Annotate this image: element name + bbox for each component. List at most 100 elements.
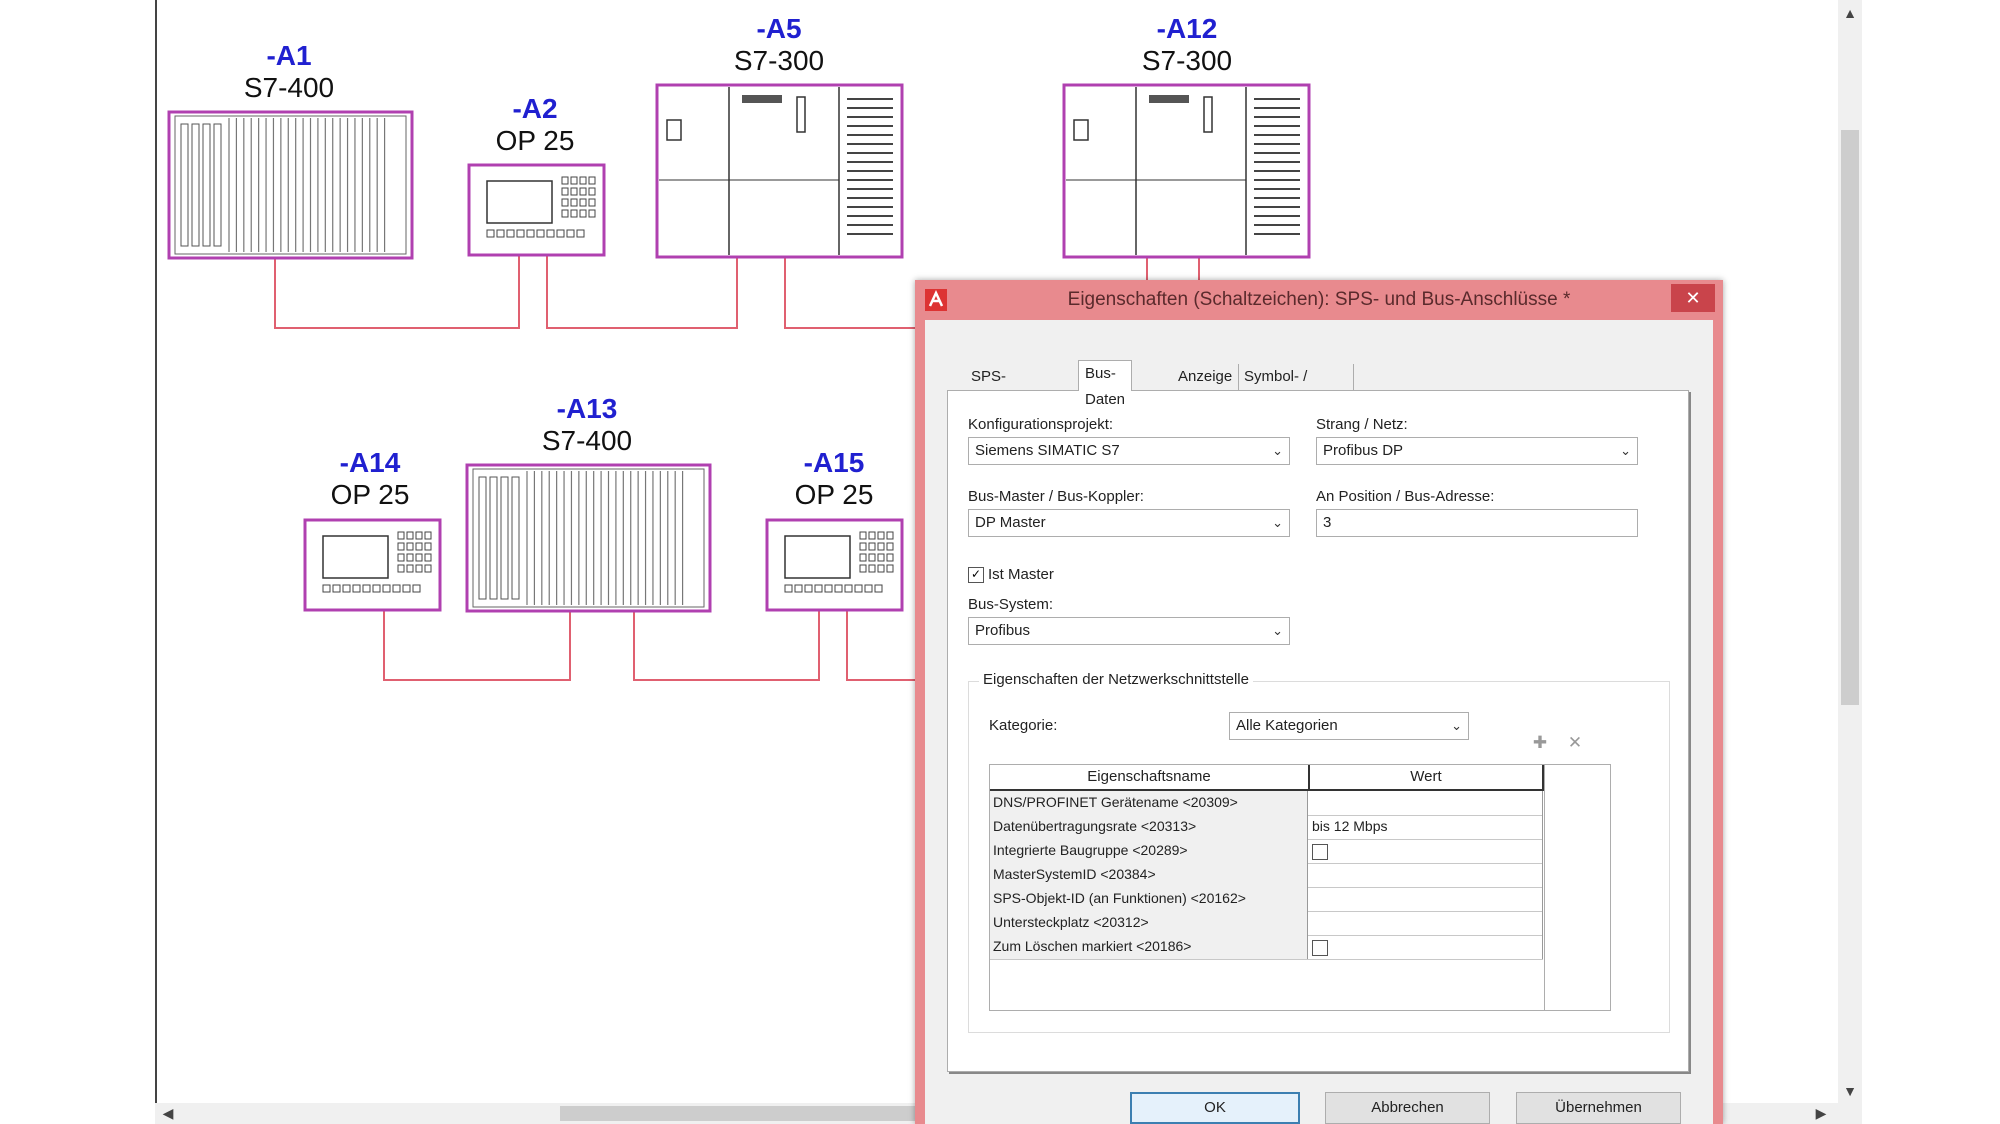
property-grid: Eigenschaftsname Wert DNS/PROFINET Gerät… (989, 764, 1611, 1011)
device-id-label: -A2 (512, 93, 557, 124)
cancel-button[interactable]: Abbrechen (1325, 1092, 1490, 1124)
property-value[interactable] (1308, 839, 1543, 863)
tab-anzeige[interactable]: Anzeige (1172, 364, 1240, 390)
tab-bus-daten[interactable]: Bus-Daten (1078, 360, 1133, 408)
property-name: Datenübertragungsrate <20313> (990, 815, 1308, 839)
device-type-label: S7-400 (244, 72, 334, 103)
konfig-select[interactable]: Siemens SIMATIC S7 ⌄ (968, 437, 1290, 465)
properties-dialog: Eigenschaften (Schaltzeichen): SPS- und … (915, 280, 1723, 1124)
column-header-value[interactable]: Wert (1310, 765, 1544, 791)
position-label: An Position / Bus-Adresse: (1316, 488, 1495, 505)
vertical-scrollbar[interactable]: ▲ ▼ (1838, 0, 1862, 1124)
scroll-up-icon[interactable]: ▲ (1838, 2, 1862, 24)
property-name: Untersteckplatz <20312> (990, 911, 1308, 935)
device-a5[interactable] (655, 83, 904, 259)
property-name: MasterSystemID <20384> (990, 863, 1308, 887)
kategorie-value: Alle Kategorien (1236, 717, 1338, 734)
property-value[interactable] (1308, 863, 1543, 887)
delete-property-icon[interactable]: ✕ (1562, 730, 1588, 756)
property-name: DNS/PROFINET Gerätename <20309> (990, 791, 1308, 815)
device-type-label: S7-300 (1142, 45, 1232, 76)
table-row[interactable]: Integrierte Baugruppe <20289> (990, 839, 1543, 864)
device-a2[interactable] (467, 163, 606, 257)
device-type-label: S7-300 (734, 45, 824, 76)
property-value[interactable]: bis 12 Mbps (1308, 815, 1543, 839)
network-interface-group: Eigenschaften der Netzwerkschnittstelle … (968, 671, 1670, 1033)
busmaster-select[interactable]: DP Master ⌄ (968, 509, 1290, 537)
group-title: Eigenschaften der Netzwerkschnittstelle (979, 671, 1253, 688)
property-checkbox[interactable] (1312, 940, 1328, 956)
dialog-title: Eigenschaften (Schaltzeichen): SPS- und … (1067, 289, 1571, 310)
vertical-scroll-thumb[interactable] (1841, 130, 1859, 705)
chevron-down-icon: ⌄ (1272, 515, 1283, 530)
property-value[interactable] (1308, 911, 1543, 935)
strang-value: Profibus DP (1323, 442, 1404, 459)
table-row[interactable]: Untersteckplatz <20312> (990, 911, 1543, 936)
add-property-icon[interactable]: ✚ (1527, 730, 1553, 756)
device-type-label: OP 25 (331, 479, 410, 510)
chevron-down-icon: ⌄ (1272, 623, 1283, 638)
kategorie-select[interactable]: Alle Kategorien ⌄ (1229, 712, 1469, 740)
strang-label: Strang / Netz: (1316, 416, 1408, 433)
device-a14[interactable] (303, 518, 442, 612)
busmaster-label: Bus-Master / Bus-Koppler: (968, 488, 1144, 505)
property-checkbox[interactable] (1312, 844, 1328, 860)
apply-button[interactable]: Übernehmen (1516, 1092, 1681, 1124)
property-name: Integrierte Baugruppe <20289> (990, 839, 1308, 863)
tab-panel-bus-daten: Konfigurationsprojekt: Siemens SIMATIC S… (947, 390, 1689, 1072)
close-icon[interactable]: ✕ (1671, 284, 1715, 312)
dialog-client: SPS-Anschluss Bus-Daten Anzeige Symbol- … (925, 320, 1713, 1124)
property-value[interactable] (1308, 935, 1543, 959)
chevron-down-icon: ⌄ (1272, 443, 1283, 458)
ist-master-label: Ist Master (988, 566, 1054, 583)
tab-sps-anschluss[interactable]: SPS-Anschluss (965, 364, 1045, 411)
bus-line (846, 610, 917, 681)
property-value[interactable] (1308, 791, 1543, 815)
ist-master-checkbox[interactable]: ✓ (968, 567, 984, 583)
busmaster-value: DP Master (975, 514, 1046, 531)
chevron-down-icon: ⌄ (1620, 443, 1631, 458)
table-row[interactable]: SPS-Objekt-ID (an Funktionen) <20162> (990, 887, 1543, 912)
bussystem-value: Profibus (975, 622, 1031, 639)
device-type-label: OP 25 (496, 125, 575, 156)
scroll-right-icon[interactable]: ▶ (1810, 1103, 1832, 1124)
device-id-label: -A13 (557, 393, 618, 424)
bus-line (274, 255, 520, 329)
property-name: Zum Löschen markiert <20186> (990, 935, 1308, 959)
tab-symbol-funktionsdaten[interactable]: Symbol- / Funktionsdaten (1238, 364, 1354, 411)
device-a13[interactable] (465, 463, 712, 613)
konfig-label: Konfigurationsprojekt: (968, 416, 1114, 433)
device-a12[interactable] (1062, 83, 1311, 259)
scroll-left-icon[interactable]: ◀ (157, 1103, 179, 1124)
konfig-value: Siemens SIMATIC S7 (975, 442, 1120, 459)
device-a15[interactable] (765, 518, 904, 612)
bussystem-label: Bus-System: (968, 596, 1054, 613)
bussystem-select[interactable]: Profibus ⌄ (968, 617, 1290, 645)
bus-line (633, 610, 820, 681)
bus-line (546, 255, 738, 329)
bus-address-input[interactable]: 3 (1316, 509, 1638, 537)
scroll-down-icon[interactable]: ▼ (1838, 1080, 1862, 1102)
table-row[interactable]: Zum Löschen markiert <20186> (990, 935, 1543, 960)
device-id-label: -A5 (756, 13, 801, 44)
grid-empty-area (1544, 765, 1610, 1010)
device-type-label: OP 25 (795, 479, 874, 510)
device-type-label: S7-400 (542, 425, 632, 456)
table-row[interactable]: DNS/PROFINET Gerätename <20309> (990, 791, 1543, 816)
property-name: SPS-Objekt-ID (an Funktionen) <20162> (990, 887, 1308, 911)
strang-select[interactable]: Profibus DP ⌄ (1316, 437, 1638, 465)
device-id-label: -A14 (340, 447, 401, 478)
device-id-label: -A12 (1157, 13, 1218, 44)
kategorie-label: Kategorie: (989, 717, 1058, 734)
device-id-label: -A15 (804, 447, 865, 478)
table-row[interactable]: Datenübertragungsrate <20313> bis 12 Mbps (990, 815, 1543, 840)
chevron-down-icon: ⌄ (1451, 718, 1462, 733)
device-id-label: -A1 (266, 40, 311, 71)
bus-line (383, 610, 571, 681)
dialog-titlebar[interactable]: Eigenschaften (Schaltzeichen): SPS- und … (915, 280, 1723, 320)
property-value[interactable] (1308, 887, 1543, 911)
device-a1[interactable] (167, 110, 414, 260)
ok-button[interactable]: OK (1130, 1092, 1300, 1124)
table-row[interactable]: MasterSystemID <20384> (990, 863, 1543, 888)
column-header-name[interactable]: Eigenschaftsname (990, 765, 1310, 791)
